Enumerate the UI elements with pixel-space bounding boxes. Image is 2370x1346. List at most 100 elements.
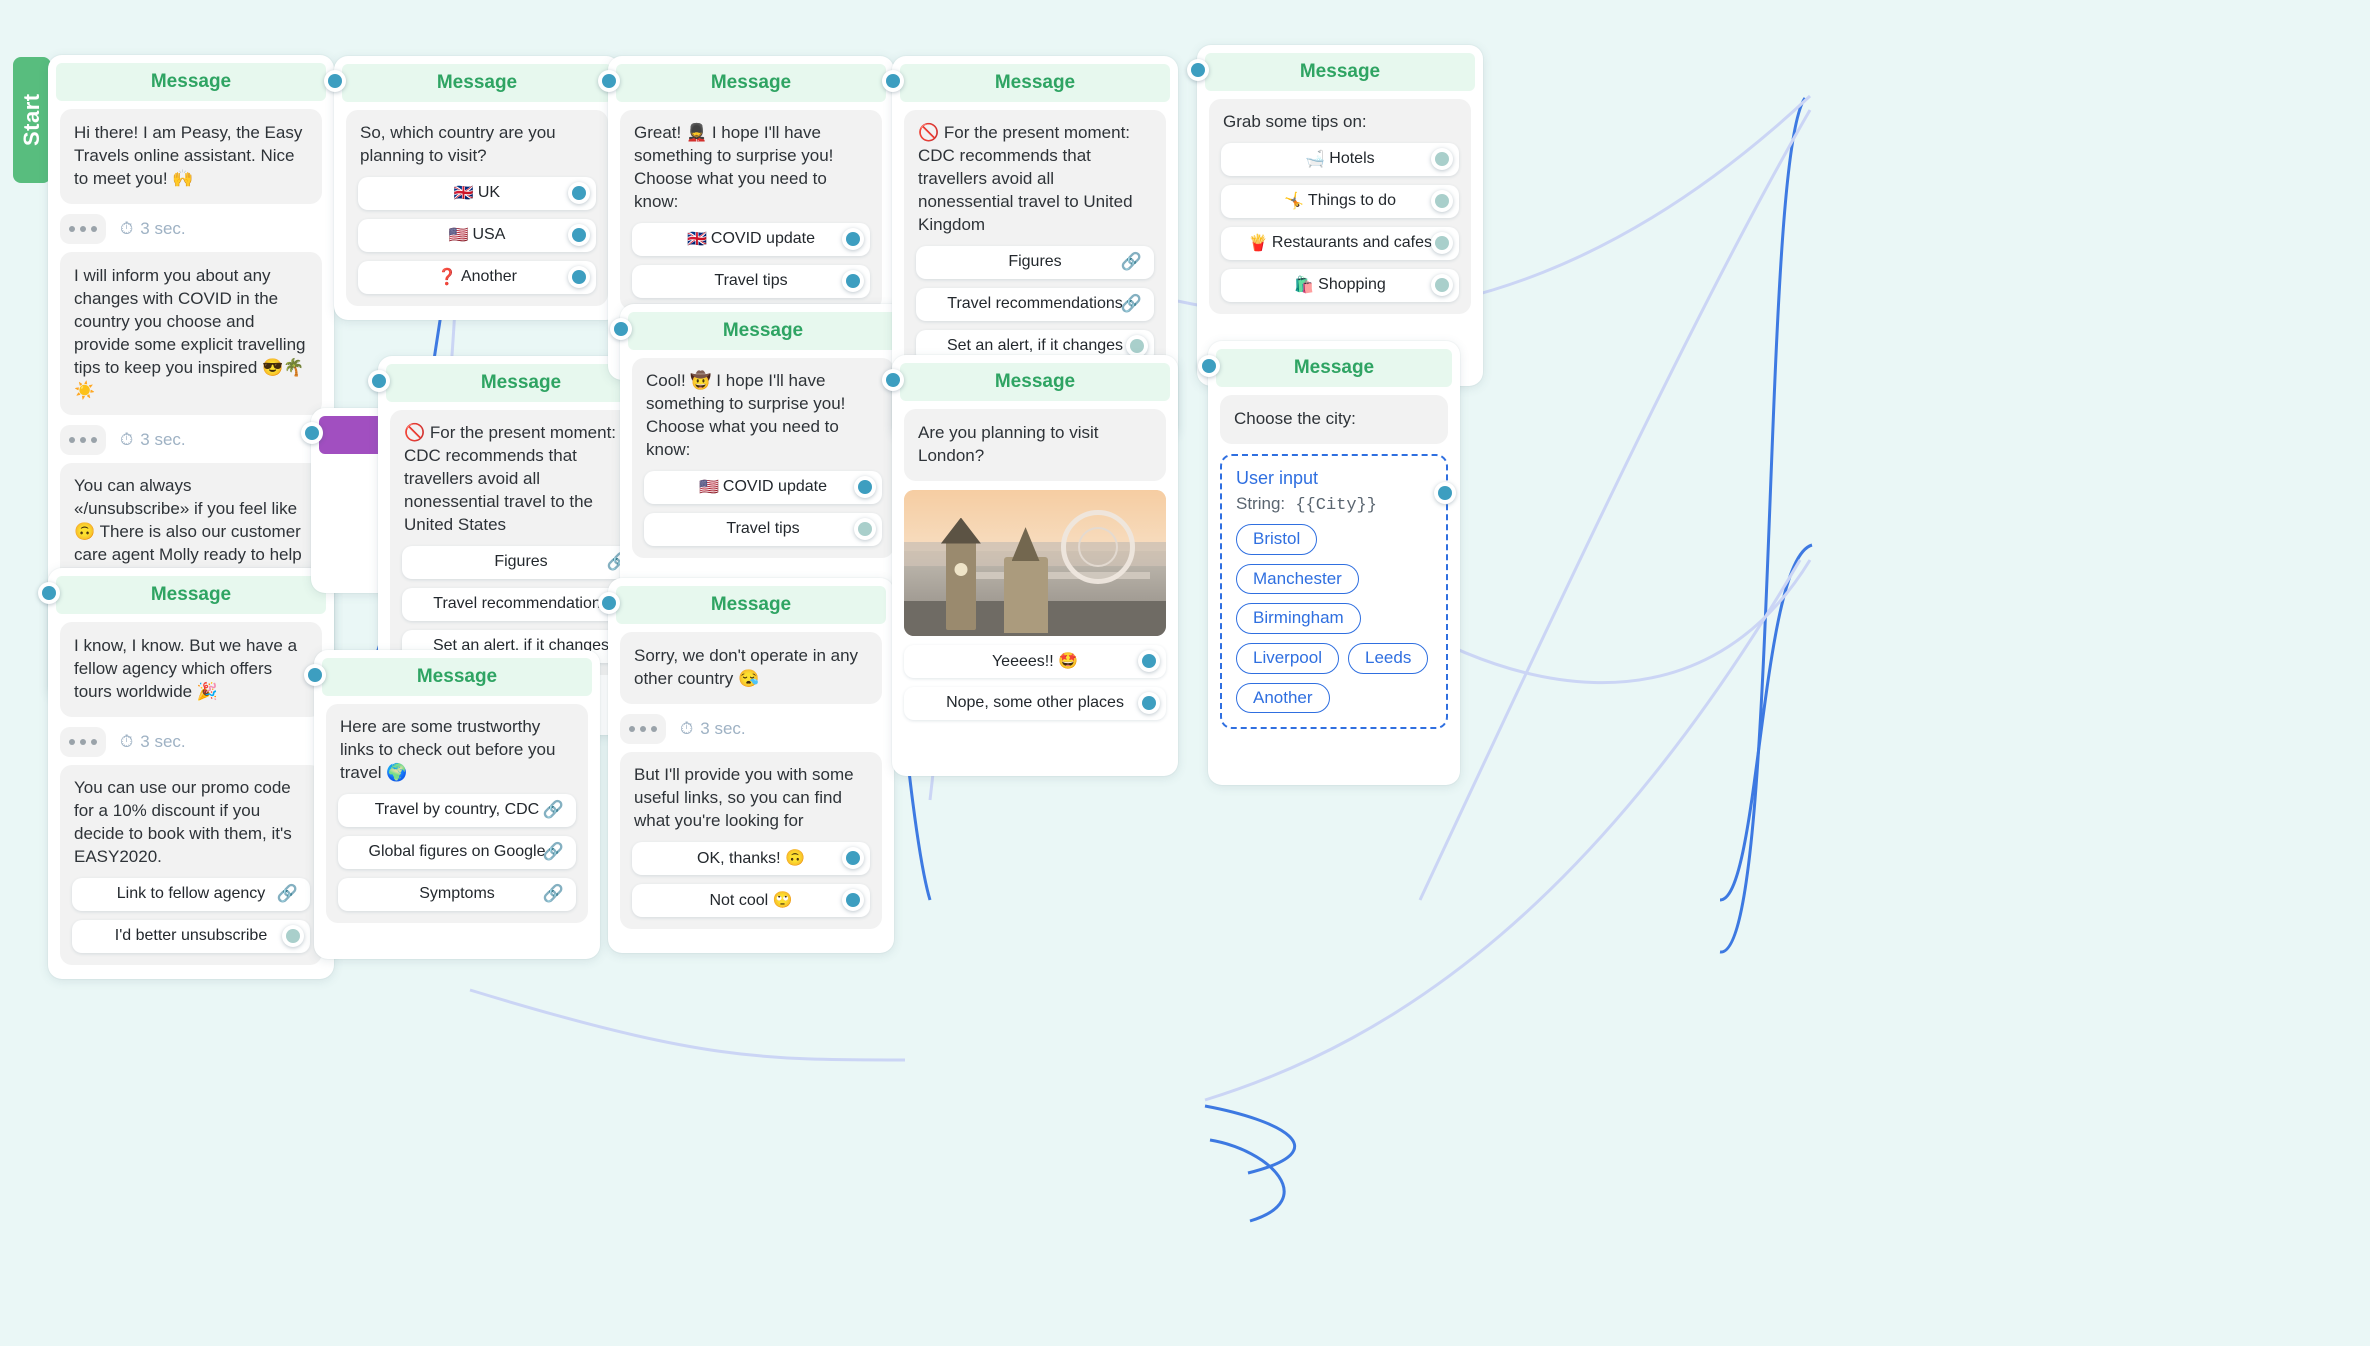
quick-reply-label: Restaurants and cafes — [1272, 234, 1432, 252]
quick-reply-label: Set an alert, if it changes — [947, 337, 1123, 355]
node-header-message: Message — [342, 64, 612, 102]
input-port[interactable] — [304, 664, 326, 686]
quick-reply-label: Travel tips — [714, 272, 787, 290]
quick-reply-hotels[interactable]: 🛁 Hotels — [1221, 143, 1459, 176]
city-chip-list: Bristol Manchester Birmingham Liverpool … — [1236, 524, 1432, 713]
node-message-choose-the-city[interactable]: Message Choose the city: User input Stri… — [1208, 341, 1460, 785]
quick-reply-figures[interactable]: Figures 🔗 — [402, 546, 640, 579]
input-port[interactable] — [598, 70, 620, 92]
user-input-string-label: String: — [1236, 494, 1285, 513]
output-port[interactable] — [568, 182, 590, 204]
quick-reply-nope-some-other-places[interactable]: Nope, some other places — [904, 687, 1166, 720]
input-port[interactable] — [882, 369, 904, 391]
output-port[interactable] — [1126, 335, 1148, 357]
node-message-sorry-other-country[interactable]: Message Sorry, we don't operate in any o… — [608, 578, 894, 953]
input-port[interactable] — [368, 370, 390, 392]
user-input-block[interactable]: User input String: {{City}} Bristol Manc… — [1220, 454, 1448, 729]
quick-reply-not-cool[interactable]: Not cool 🙄 — [632, 884, 870, 917]
typing-dots-icon — [60, 425, 106, 455]
node-message-trustworthy-links[interactable]: Message Here are some trustworthy links … — [314, 650, 600, 959]
node-header-message: Message — [322, 658, 592, 696]
city-chip[interactable]: Birmingham — [1236, 603, 1361, 634]
quick-reply-travel-tips-usa[interactable]: Travel tips — [644, 513, 882, 546]
output-port[interactable] — [1431, 232, 1453, 254]
output-port[interactable] — [568, 266, 590, 288]
node-message-cool-usa[interactable]: Message Cool! 🤠 I hope I'll have somethi… — [620, 304, 906, 618]
output-port[interactable] — [1434, 482, 1456, 504]
input-port[interactable] — [324, 70, 346, 92]
quick-reply-things-to-do[interactable]: 🤸 Things to do — [1221, 185, 1459, 218]
input-port[interactable] — [38, 582, 60, 604]
delay-row: ⏱ 3 sec. — [620, 714, 882, 744]
stopwatch-icon: ⏱ — [680, 719, 693, 739]
message-bubble: I know, I know. But we have a fellow age… — [60, 622, 322, 717]
input-port[interactable] — [882, 70, 904, 92]
output-port[interactable] — [1431, 274, 1453, 296]
node-message-fellow-agency[interactable]: Message I know, I know. But we have a fe… — [48, 568, 334, 979]
output-port[interactable] — [854, 518, 876, 540]
output-port[interactable] — [1431, 190, 1453, 212]
node-header-message: Message — [1216, 349, 1452, 387]
quick-reply-another-country[interactable]: ❓ Another — [358, 261, 596, 294]
output-port[interactable] — [842, 847, 864, 869]
quick-reply-restaurants-and-cafes[interactable]: 🍟 Restaurants and cafes — [1221, 227, 1459, 260]
quick-reply-shopping[interactable]: 🛍️ Shopping — [1221, 269, 1459, 302]
quick-reply-ok-thanks[interactable]: OK, thanks! 🙃 — [632, 842, 870, 875]
input-port[interactable] — [1187, 59, 1209, 81]
input-port[interactable] — [301, 422, 323, 444]
message-text: Grab some tips on: — [1221, 111, 1459, 134]
output-port[interactable] — [1138, 650, 1160, 672]
node-message-which-country[interactable]: Message So, which country are you planni… — [334, 56, 620, 320]
output-port[interactable] — [1138, 692, 1160, 714]
node-header-message: Message — [616, 586, 886, 624]
start-tab[interactable]: Start — [13, 57, 51, 183]
city-chip[interactable]: Liverpool — [1236, 643, 1339, 674]
quick-reply-label: Travel by country, CDC — [375, 801, 539, 819]
node-header-message: Message — [56, 576, 326, 614]
output-port[interactable] — [1431, 148, 1453, 170]
delay-row: ⏱ 3 sec. — [60, 727, 322, 757]
flag-usa-icon: 🇺🇸 — [449, 225, 469, 245]
quick-reply-travel-by-country-cdc[interactable]: Travel by country, CDC 🔗 — [338, 794, 576, 827]
quick-reply-label: Global figures on Google — [369, 843, 546, 861]
quick-reply-travel-tips-uk[interactable]: Travel tips — [632, 265, 870, 298]
input-port[interactable] — [610, 318, 632, 340]
flow-canvas[interactable]: Start Message Hi there! I am Peasy, the … — [0, 0, 2370, 1346]
quick-reply-covid-update-usa[interactable]: 🇺🇸 COVID update — [644, 471, 882, 504]
node-message-grab-some-tips[interactable]: Message Grab some tips on: 🛁 Hotels 🤸 Th… — [1197, 45, 1483, 386]
bathtub-icon: 🛁 — [1305, 149, 1325, 169]
city-chip[interactable]: Another — [1236, 683, 1330, 714]
quick-reply-travel-recommendations-uk[interactable]: Travel recommendations 🔗 — [916, 288, 1154, 321]
output-port[interactable] — [282, 925, 304, 947]
quick-reply-usa[interactable]: 🇺🇸 USA — [358, 219, 596, 252]
output-port[interactable] — [842, 889, 864, 911]
london-eye-shape — [1061, 510, 1135, 584]
quick-reply-label: Link to fellow agency — [117, 885, 266, 903]
shopping-bags-icon: 🛍️ — [1294, 275, 1314, 295]
node-message-visit-london[interactable]: Message Are you planning to visit London… — [892, 355, 1178, 776]
output-port[interactable] — [842, 270, 864, 292]
message-bubble-with-buttons: 🚫 For the present moment: CDC recommends… — [904, 110, 1166, 375]
node-header-message: Message — [628, 312, 898, 350]
output-port[interactable] — [854, 476, 876, 498]
quick-reply-yeeees[interactable]: Yeeees!! 🤩 — [904, 645, 1166, 678]
output-port[interactable] — [568, 224, 590, 246]
message-text: So, which country are you planning to vi… — [358, 122, 596, 168]
quick-reply-symptoms[interactable]: Symptoms 🔗 — [338, 878, 576, 911]
quick-reply-label: Travel recommendations — [947, 295, 1122, 313]
quick-reply-link-to-fellow-agency[interactable]: Link to fellow agency 🔗 — [72, 878, 310, 911]
message-bubble-with-buttons: You can use our promo code for a 10% dis… — [60, 765, 322, 965]
input-port[interactable] — [1198, 355, 1220, 377]
city-chip[interactable]: Bristol — [1236, 524, 1317, 555]
output-port[interactable] — [842, 228, 864, 250]
quick-reply-uk[interactable]: 🇬🇧 UK — [358, 177, 596, 210]
city-chip[interactable]: Leeds — [1348, 643, 1428, 674]
quick-reply-covid-update-uk[interactable]: 🇬🇧 COVID update — [632, 223, 870, 256]
quick-reply-global-figures-on-google[interactable]: Global figures on Google 🔗 — [338, 836, 576, 869]
quick-reply-label: COVID update — [723, 478, 827, 496]
city-chip[interactable]: Manchester — [1236, 564, 1359, 595]
user-input-title: User input — [1236, 468, 1432, 489]
input-port[interactable] — [598, 592, 620, 614]
quick-reply-id-better-unsubscribe[interactable]: I'd better unsubscribe — [72, 920, 310, 953]
quick-reply-figures-uk[interactable]: Figures 🔗 — [916, 246, 1154, 279]
